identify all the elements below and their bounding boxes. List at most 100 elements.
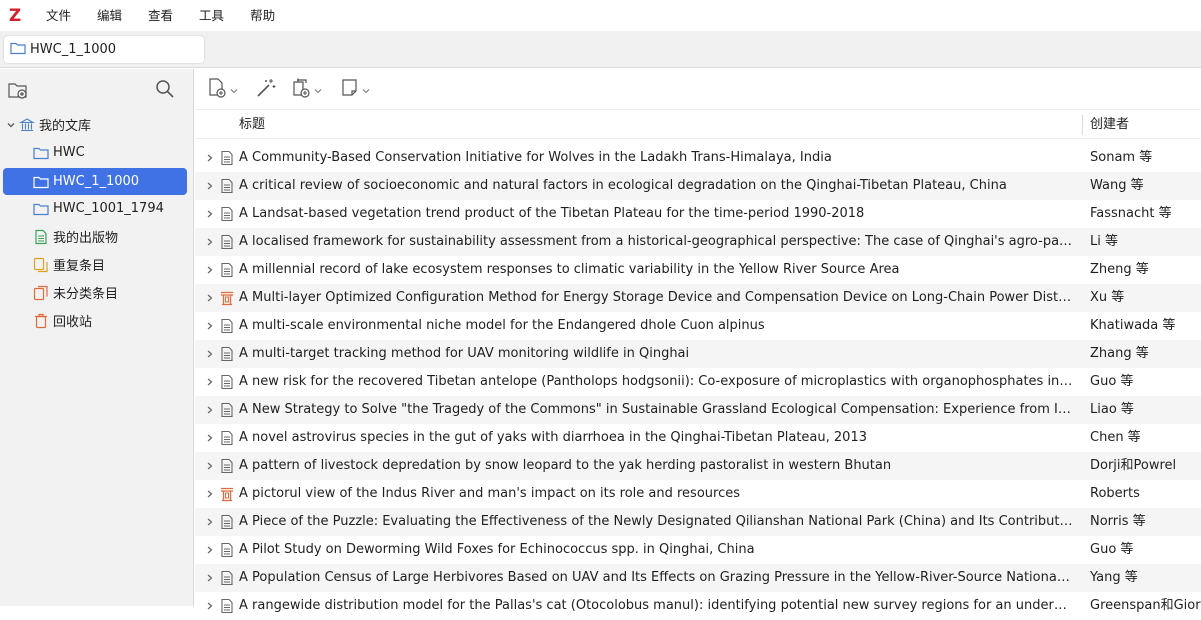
item-creator: Norris 等 xyxy=(1090,514,1146,529)
add-by-identifier-button[interactable] xyxy=(255,79,277,101)
add-attachment-button[interactable] xyxy=(290,78,322,101)
table-row[interactable]: A pictorul view of the Indus River and m… xyxy=(195,480,1201,508)
chevron-right-icon[interactable] xyxy=(204,346,216,362)
publications-icon xyxy=(33,229,49,245)
chevron-right-icon[interactable] xyxy=(204,514,216,530)
table-row[interactable]: A Community-Based Conservation Initiativ… xyxy=(195,144,1201,172)
table-row[interactable]: A Landsat-based vegetation trend product… xyxy=(195,200,1201,228)
tree-item-unfiled[interactable]: 未分类条目 xyxy=(3,280,187,305)
table-row[interactable]: A Pilot Study on Deworming Wild Foxes fo… xyxy=(195,536,1201,564)
item-title: A Population Census of Large Herbivores … xyxy=(239,570,1073,585)
item-title: A Landsat-based vegetation trend product… xyxy=(239,206,865,221)
item-title: A new risk for the recovered Tibetan ant… xyxy=(239,374,1073,389)
document-icon xyxy=(220,374,234,390)
document-icon xyxy=(220,206,234,222)
item-title: A Pilot Study on Deworming Wild Foxes fo… xyxy=(239,542,755,557)
item-title: A critical review of socioeconomic and n… xyxy=(239,178,1007,193)
table-row[interactable]: A critical review of socioeconomic and n… xyxy=(195,172,1201,200)
document-icon xyxy=(220,402,234,418)
thesis-icon xyxy=(220,290,234,306)
table-row[interactable]: A Multi-layer Optimized Configuration Me… xyxy=(195,284,1201,312)
tree-item-my-library[interactable]: 我的文库 xyxy=(3,112,187,137)
document-icon xyxy=(220,458,234,474)
table-row[interactable]: A localised framework for sustainability… xyxy=(195,228,1201,256)
folder-icon xyxy=(33,145,49,161)
chevron-right-icon[interactable] xyxy=(204,458,216,474)
chevron-right-icon[interactable] xyxy=(204,374,216,390)
tree-item-trash[interactable]: 回收站 xyxy=(3,308,187,333)
document-icon xyxy=(220,542,234,558)
collections-pane: 我的文库 HWC HWC_1_1000 HWC_1001_1794 我的出版物 … xyxy=(0,69,194,606)
chevron-right-icon[interactable] xyxy=(204,486,216,502)
item-title: A localised framework for sustainability… xyxy=(239,234,1073,249)
new-item-button[interactable] xyxy=(208,78,238,101)
table-row[interactable]: A novel astrovirus species in the gut of… xyxy=(195,424,1201,452)
new-note-button[interactable] xyxy=(340,79,370,101)
tree-item-my-publications[interactable]: 我的出版物 xyxy=(3,224,187,249)
tree-item-hwc-1-1000[interactable]: HWC_1_1000 xyxy=(3,168,187,195)
menu-bar: Z 文件 编辑 查看 工具 帮助 xyxy=(0,0,1201,31)
table-row[interactable]: A Piece of the Puzzle: Evaluating the Ef… xyxy=(195,508,1201,536)
chevron-right-icon[interactable] xyxy=(204,430,216,446)
menu-edit[interactable]: 编辑 xyxy=(84,0,135,31)
menu-file[interactable]: 文件 xyxy=(30,0,84,31)
tree-item-label: 重复条目 xyxy=(53,259,106,274)
item-title: A multi-target tracking method for UAV m… xyxy=(239,346,690,361)
tree-item-hwc-1001-1794[interactable]: HWC_1001_1794 xyxy=(3,196,187,221)
tree-item-label: HWC xyxy=(53,145,85,160)
column-header-title[interactable]: 标题 xyxy=(239,111,265,139)
search-icon[interactable] xyxy=(155,79,175,99)
chevron-right-icon[interactable] xyxy=(204,150,216,166)
menu-view[interactable]: 查看 xyxy=(135,0,186,31)
chevron-right-icon[interactable] xyxy=(204,542,216,558)
table-row[interactable]: A pattern of livestock depredation by sn… xyxy=(195,452,1201,480)
item-title: A multi-scale environmental niche model … xyxy=(239,318,765,333)
app-logo: Z xyxy=(8,5,22,26)
chevron-down-icon[interactable] xyxy=(3,117,19,133)
document-icon xyxy=(220,430,234,446)
chevron-down-icon xyxy=(230,83,238,98)
table-row[interactable]: A rangewide distribution model for the P… xyxy=(195,592,1201,620)
magic-wand-icon xyxy=(255,77,277,103)
table-row[interactable]: A multi-scale environmental niche model … xyxy=(195,312,1201,340)
tab-bar: HWC_1_1000 xyxy=(0,31,1201,68)
item-title: A Piece of the Puzzle: Evaluating the Ef… xyxy=(239,514,1073,529)
folder-icon xyxy=(33,174,49,190)
item-creator: Chen 等 xyxy=(1090,430,1141,445)
chevron-right-icon[interactable] xyxy=(204,290,216,306)
tree-item-label: HWC_1_1000 xyxy=(53,174,140,189)
chevron-right-icon[interactable] xyxy=(204,206,216,222)
item-title: A Community-Based Conservation Initiativ… xyxy=(239,150,832,165)
chevron-right-icon[interactable] xyxy=(204,402,216,418)
chevron-right-icon[interactable] xyxy=(204,234,216,250)
column-header-creator[interactable]: 创建者 xyxy=(1090,111,1129,139)
item-title: A novel astrovirus species in the gut of… xyxy=(239,430,867,445)
unfiled-icon xyxy=(33,285,49,301)
chevron-right-icon[interactable] xyxy=(204,570,216,586)
document-icon xyxy=(220,514,234,530)
tree-item-duplicates[interactable]: 重复条目 xyxy=(3,252,187,277)
column-header-row: 标题 创建者 xyxy=(195,111,1201,139)
item-title: A pictorul view of the Indus River and m… xyxy=(239,486,740,501)
table-row[interactable]: A millennial record of lake ecosystem re… xyxy=(195,256,1201,284)
library-icon xyxy=(19,117,35,133)
chevron-right-icon[interactable] xyxy=(204,178,216,194)
table-row[interactable]: A multi-target tracking method for UAV m… xyxy=(195,340,1201,368)
tree-item-label: 我的文库 xyxy=(39,119,92,134)
chevron-right-icon[interactable] xyxy=(204,598,216,614)
new-collection-icon[interactable] xyxy=(7,79,29,101)
table-row[interactable]: A new risk for the recovered Tibetan ant… xyxy=(195,368,1201,396)
chevron-right-icon[interactable] xyxy=(204,318,216,334)
item-creator: Zhang 等 xyxy=(1090,346,1149,361)
tab-label: HWC_1_1000 xyxy=(30,42,117,57)
menu-help[interactable]: 帮助 xyxy=(237,0,288,31)
table-row[interactable]: A New Strategy to Solve "the Tragedy of … xyxy=(195,396,1201,424)
table-row[interactable]: A Population Census of Large Herbivores … xyxy=(195,564,1201,592)
tab-library[interactable]: HWC_1_1000 xyxy=(4,36,204,63)
menu-tools[interactable]: 工具 xyxy=(186,0,237,31)
tree-item-hwc[interactable]: HWC xyxy=(3,140,187,165)
column-divider[interactable] xyxy=(1082,115,1083,135)
chevron-right-icon[interactable] xyxy=(204,262,216,278)
item-creator: Xu 等 xyxy=(1090,290,1125,305)
item-title: A New Strategy to Solve "the Tragedy of … xyxy=(239,402,1073,417)
